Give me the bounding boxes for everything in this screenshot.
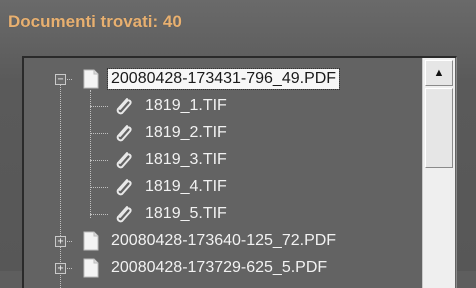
- paperclip-icon: [116, 125, 132, 142]
- paperclip-icon: [116, 179, 132, 196]
- tree-line: [60, 74, 61, 288]
- tree-node-label: 1819_2.TIF: [145, 124, 227, 141]
- tree-node-label: 20080428-173431-796_49.PDF: [106, 68, 341, 90]
- document-icon: [83, 69, 99, 89]
- tree-node-attachment[interactable]: 1819_4.TIF: [112, 174, 230, 200]
- paperclip-icon: [116, 206, 132, 223]
- tree-node-label: 1819_1.TIF: [145, 97, 227, 114]
- tree-line: [90, 214, 108, 215]
- tree-node-attachment[interactable]: 1819_1.TIF: [112, 93, 230, 119]
- tree-node-label: 20080428-173640-125_72.PDF: [111, 232, 337, 249]
- vertical-scrollbar[interactable]: ▲: [422, 58, 455, 288]
- tree-node-attachment[interactable]: 1819_5.TIF: [112, 201, 230, 227]
- tree-line: [90, 90, 91, 218]
- tree-node-pdf[interactable]: 20080428-173431-796_49.PDF: [82, 66, 341, 92]
- tree-node-label: 1819_5.TIF: [145, 205, 227, 222]
- tree-node-pdf[interactable]: 20080428-173729-625_5.PDF: [82, 255, 330, 281]
- paperclip-icon: [116, 98, 132, 115]
- tree-node-label: 1819_3.TIF: [145, 151, 227, 168]
- document-icon: [83, 231, 99, 251]
- tree-node-attachment[interactable]: 1819_3.TIF: [112, 147, 230, 173]
- tree-node-label: 1819_4.TIF: [145, 178, 227, 195]
- tree-line: [90, 160, 108, 161]
- tree-line: [90, 106, 108, 107]
- document-icon: [83, 258, 99, 278]
- document-tree-panel: − 20080428-173431-796_49.PDF 1819_1.TIF: [22, 56, 457, 288]
- tree-node-attachment[interactable]: 1819_2.TIF: [112, 120, 230, 146]
- results-count-title: Documenti trovati: 40: [8, 12, 182, 31]
- expand-toggle[interactable]: +: [55, 263, 66, 274]
- tree-node-label: 20080428-173729-625_5.PDF: [111, 259, 328, 276]
- scroll-thumb[interactable]: [425, 88, 453, 168]
- document-tree[interactable]: − 20080428-173431-796_49.PDF 1819_1.TIF: [24, 58, 422, 288]
- expand-toggle[interactable]: +: [55, 236, 66, 247]
- tree-line: [90, 187, 108, 188]
- up-arrow-icon: ▲: [433, 67, 445, 79]
- tree-node-pdf[interactable]: 20080428-173640-125_72.PDF: [82, 228, 339, 254]
- tree-line: [90, 133, 108, 134]
- paperclip-icon: [116, 152, 132, 169]
- scroll-up-button[interactable]: ▲: [425, 60, 453, 86]
- collapse-toggle[interactable]: −: [55, 74, 66, 85]
- results-window: Documenti trovati: 40 − 20080428-173431-…: [0, 0, 476, 288]
